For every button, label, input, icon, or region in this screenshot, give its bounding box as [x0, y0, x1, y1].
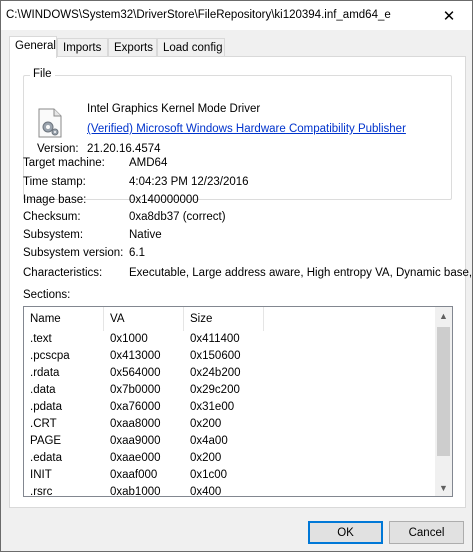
section-va: 0x1000: [110, 333, 148, 345]
table-row[interactable]: .rdata 0x564000 0x24b200: [24, 367, 435, 383]
property-row-characteristics: Characteristics: Executable, Large addre…: [23, 267, 472, 283]
property-row-target-machine: Target machine: AMD64: [23, 157, 463, 173]
window-title: C:\WINDOWS\System32\DriverStore\FileRepo…: [6, 9, 391, 21]
section-name: .pcscpa: [30, 350, 70, 362]
table-row[interactable]: PAGE 0xaa9000 0x4a00: [24, 435, 435, 451]
file-description: Intel Graphics Kernel Mode Driver: [87, 103, 261, 115]
vertical-scrollbar[interactable]: ▲ ▼: [435, 307, 452, 496]
column-header-size[interactable]: Size: [184, 307, 264, 331]
section-va: 0xa76000: [110, 401, 161, 413]
section-size: 0x24b200: [190, 367, 241, 379]
scroll-up-button[interactable]: ▲: [435, 307, 452, 324]
general-panel: File Intel Graphics Kernel Mode Driver (…: [9, 56, 472, 508]
sections-list[interactable]: Name VA Size .text 0x1000 0x411400 .pcsc…: [23, 306, 453, 497]
section-name: PAGE: [30, 435, 62, 447]
ok-button[interactable]: OK: [308, 521, 383, 544]
property-label: Characteristics:: [23, 267, 103, 279]
section-name: .rsrc: [30, 486, 53, 497]
property-label: Subsystem version:: [23, 247, 124, 259]
property-row-checksum: Checksum: 0xa8db37 (correct): [23, 211, 463, 227]
property-row-subsystem: Subsystem: Native: [23, 229, 463, 245]
table-row[interactable]: .text 0x1000 0x411400: [24, 333, 435, 349]
section-size: 0x31e00: [190, 401, 235, 413]
close-button[interactable]: ✕: [426, 1, 472, 30]
sections-label: Sections:: [23, 289, 71, 301]
section-va: 0x564000: [110, 367, 161, 379]
property-label: Target machine:: [23, 157, 105, 169]
section-size: 0x400: [190, 486, 222, 497]
property-label: Image base:: [23, 194, 87, 206]
close-icon: ✕: [442, 7, 456, 25]
property-value: AMD64: [129, 157, 168, 169]
section-va: 0xaae000: [110, 452, 161, 464]
property-label: Time stamp:: [23, 176, 86, 188]
property-value: 4:04:23 PM 12/23/2016: [129, 176, 249, 188]
section-name: .pdata: [30, 401, 62, 413]
cancel-button[interactable]: Cancel: [389, 521, 464, 544]
property-label: Subsystem:: [23, 229, 84, 241]
section-size: 0x411400: [190, 333, 240, 345]
section-name: INIT: [30, 469, 52, 481]
version-label: Version:: [37, 143, 79, 155]
table-row[interactable]: .pdata 0xa76000 0x31e00: [24, 401, 435, 417]
section-va: 0x7b0000: [110, 384, 161, 396]
property-label: Checksum:: [23, 211, 81, 223]
table-row[interactable]: .edata 0xaae000 0x200: [24, 452, 435, 468]
table-row[interactable]: .data 0x7b0000 0x29c200: [24, 384, 435, 400]
section-size: 0x4a00: [190, 435, 228, 447]
chevron-up-icon: ▲: [439, 310, 448, 321]
column-header-va[interactable]: VA: [104, 307, 184, 331]
table-row[interactable]: INIT 0xaaf000 0x1c00: [24, 469, 435, 485]
tab-imports[interactable]: Imports: [57, 38, 108, 57]
property-value: Executable, Large address aware, High en…: [129, 267, 473, 279]
section-name: .edata: [30, 452, 62, 464]
column-header-name[interactable]: Name: [24, 307, 104, 331]
property-value: 0x140000000: [129, 194, 199, 206]
title-bar[interactable]: C:\WINDOWS\System32\DriverStore\FileRepo…: [1, 1, 472, 30]
section-name: .data: [30, 384, 56, 396]
scroll-down-button[interactable]: ▼: [435, 479, 452, 496]
property-row-subsystem-version: Subsystem version: 6.1: [23, 247, 463, 263]
property-value: 6.1: [129, 247, 145, 259]
tab-load-config[interactable]: Load config: [157, 38, 225, 57]
property-row-image-base: Image base: 0x140000000: [23, 194, 463, 210]
section-va: 0xaaf000: [110, 469, 158, 481]
property-value: Native: [129, 229, 162, 241]
tab-general[interactable]: General: [9, 36, 57, 58]
section-size: 0x200: [190, 452, 222, 464]
properties-window: C:\WINDOWS\System32\DriverStore\FileRepo…: [0, 0, 473, 552]
section-name: .rdata: [30, 367, 60, 379]
property-value: 0xa8db37 (correct): [129, 211, 226, 223]
section-va: 0xab1000: [110, 486, 161, 497]
section-va: 0x413000: [110, 350, 161, 362]
version-value: 21.20.16.4574: [87, 143, 161, 155]
section-va: 0xaa8000: [110, 418, 161, 430]
tab-exports[interactable]: Exports: [108, 38, 157, 57]
scroll-thumb[interactable]: [437, 327, 450, 456]
tab-strip: General Imports Exports Load config: [9, 36, 466, 58]
table-row[interactable]: .rsrc 0xab1000 0x400: [24, 486, 435, 497]
section-va: 0xaa9000: [110, 435, 161, 447]
section-size: 0x29c200: [190, 384, 240, 396]
publisher-link[interactable]: (Verified) Microsoft Windows Hardware Co…: [87, 123, 406, 135]
gear-file-icon: [38, 108, 62, 138]
table-row[interactable]: .CRT 0xaa8000 0x200: [24, 418, 435, 434]
table-row[interactable]: .pcscpa 0x413000 0x150600: [24, 350, 435, 366]
section-size: 0x200: [190, 418, 222, 430]
section-name: .text: [30, 333, 52, 345]
section-size: 0x150600: [190, 350, 241, 362]
property-row-time-stamp: Time stamp: 4:04:23 PM 12/23/2016: [23, 176, 463, 192]
chevron-down-icon: ▼: [439, 482, 448, 493]
sections-list-header: Name VA Size: [24, 307, 435, 331]
section-name: .CRT: [30, 418, 57, 430]
section-size: 0x1c00: [190, 469, 228, 481]
file-group-label: File: [30, 68, 55, 80]
